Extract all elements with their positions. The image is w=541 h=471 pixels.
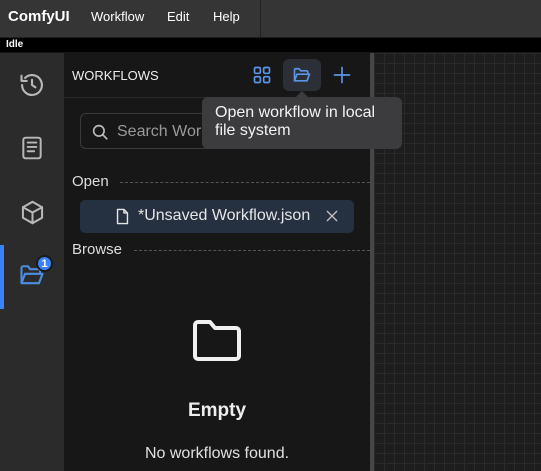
status-bar: Idle (0, 38, 541, 52)
workflows-count-badge: 1 (36, 255, 53, 272)
browse-section-label: Browse (72, 241, 123, 258)
folder-icon (193, 320, 241, 361)
open-workflow-button[interactable] (283, 59, 321, 91)
history-icon (20, 74, 43, 96)
empty-state-message: No workflows found. (144, 445, 290, 462)
browse-section-divider (134, 250, 370, 251)
folder-open-icon (293, 67, 311, 82)
tooltip: Open workflow in local file system (202, 97, 402, 149)
menu-workflow[interactable]: Workflow (91, 9, 144, 24)
workflow-name: *Unsaved Workflow.json (138, 207, 311, 224)
app-brand: ComfyUI (8, 8, 70, 25)
search-icon (92, 124, 108, 140)
top-menubar: ComfyUI Workflow Edit Help (0, 0, 541, 38)
menubar-divider (260, 0, 261, 37)
sidebar-item-workflows[interactable] (0, 245, 64, 305)
book-icon (22, 136, 42, 160)
panel-title: WORKFLOWS (72, 68, 159, 83)
empty-state-title: Empty (187, 400, 247, 421)
cube-icon (21, 200, 43, 224)
sidebar-item-models[interactable] (0, 182, 64, 242)
sidebar-item-queue-history[interactable] (0, 55, 64, 115)
sidebar-item-library[interactable] (0, 118, 64, 178)
panel-header: WORKFLOWS (64, 53, 370, 98)
file-icon (116, 208, 129, 225)
sidebar-iconbar (0, 53, 64, 471)
open-workflow-item[interactable]: *Unsaved Workflow.json (80, 200, 354, 233)
menu-help[interactable]: Help (213, 9, 240, 24)
new-workflow-button[interactable] (323, 59, 361, 91)
plus-icon (333, 66, 351, 84)
close-icon[interactable] (325, 209, 339, 223)
grid-icon (253, 66, 271, 84)
status-text: Idle (6, 39, 24, 50)
open-section-divider (120, 182, 370, 183)
browse-templates-button[interactable] (243, 59, 281, 91)
sidebar-active-indicator (0, 245, 4, 309)
open-section-label: Open (72, 173, 109, 190)
menu-edit[interactable]: Edit (167, 9, 189, 24)
